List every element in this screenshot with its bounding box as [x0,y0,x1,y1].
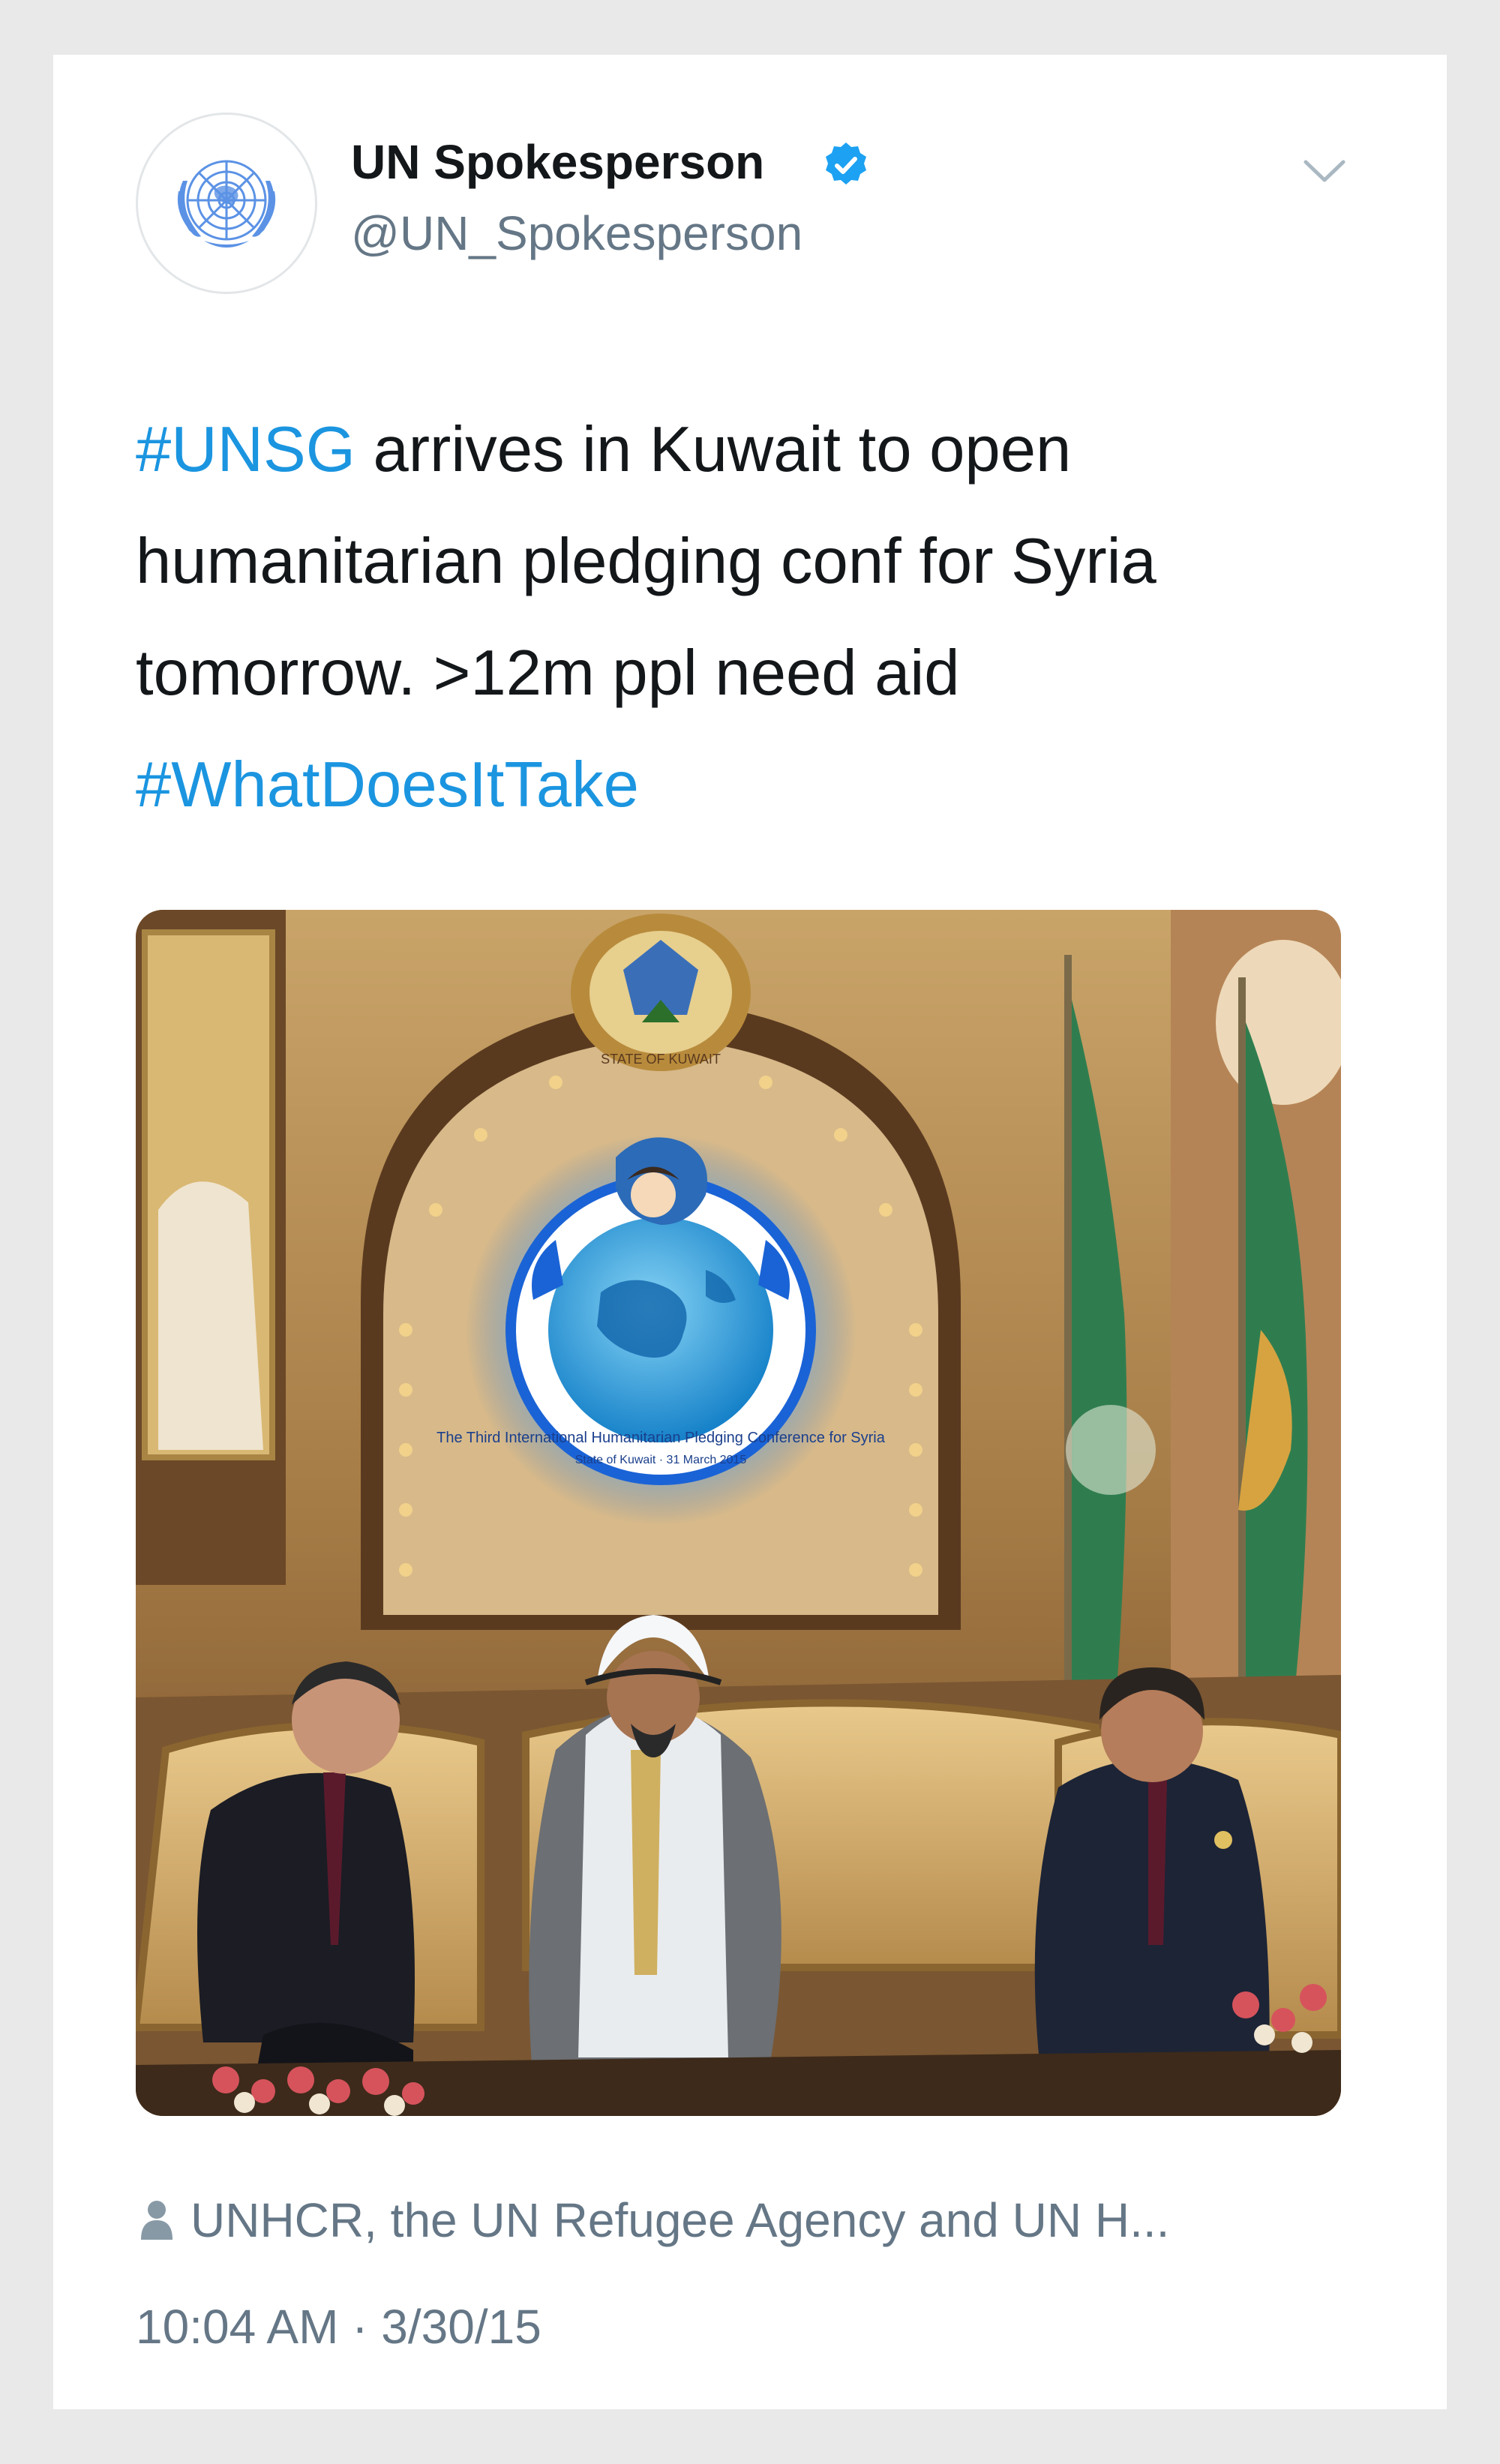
author-avatar[interactable] [136,113,317,294]
author-handle[interactable]: @UN_Spokesperson [351,209,802,257]
hashtag-unsg[interactable]: #UNSG [136,414,356,485]
tweet-text: #UNSG arrives in Kuwait to open humanita… [136,394,1411,841]
sign-emblem-text: STATE OF KUWAIT [601,1052,721,1067]
tagged-people-text: UNHCR, the UN Refugee Agency and UN H... [190,2193,1170,2247]
hashtag-whatdoesittake[interactable]: #WhatDoesItTake [136,749,639,821]
tweet-photo[interactable]: STATE OF KUWAIT The Third International … [136,910,1341,2116]
person-icon [141,2201,172,2240]
tweet-card: UN Spokesperson @UN_Spokesperson #UNSG a… [53,55,1447,2409]
chevron-down-icon[interactable] [1298,149,1351,194]
tagged-people[interactable]: UNHCR, the UN Refugee Agency and UN H... [136,2190,1169,2250]
conference-logo-subtext: State of Kuwait · 31 March 2015 [575,1454,747,1466]
conference-logo-text: The Third International Humanitarian Ple… [436,1430,886,1446]
tweet-timestamp[interactable]: 10:04 AM · 3/30/15 [136,2303,542,2351]
verified-badge-icon [826,143,866,185]
photo-scene: STATE OF KUWAIT The Third International … [136,910,1341,2116]
un-emblem-icon [177,160,276,248]
author-display-name[interactable]: UN Spokesperson [351,138,764,186]
